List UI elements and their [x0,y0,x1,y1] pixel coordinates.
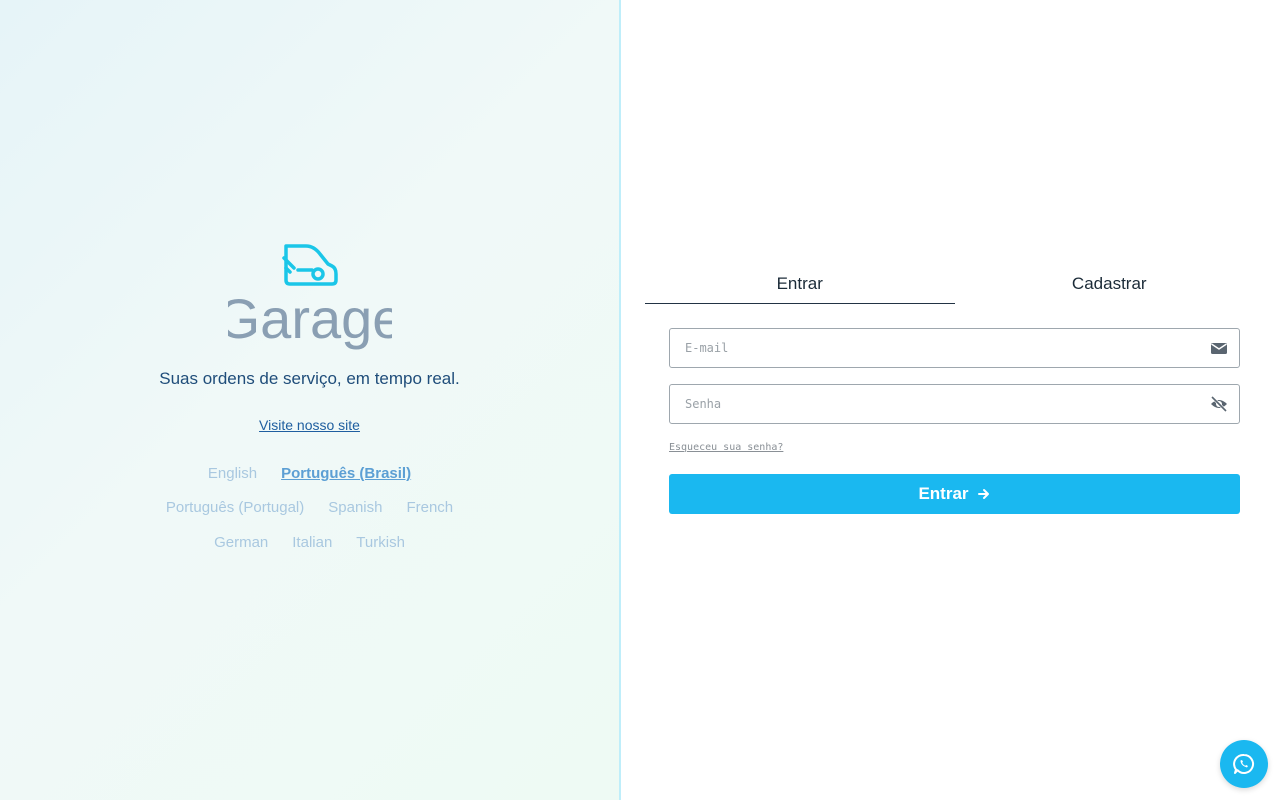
login-button[interactable]: Entrar [669,474,1240,514]
left-panel: Garage Suas ordens de serviço, em tempo … [0,0,619,800]
brand-name: Garage [228,287,392,350]
language-row-3: German Italian Turkish [0,534,619,551]
forgot-password-link[interactable]: Esqueceu sua senha? [669,442,783,453]
arrow-right-icon [977,489,989,499]
car-key-icon [282,244,338,286]
eye-slash-icon[interactable] [1209,394,1229,414]
auth-tabs: Entrar Cadastrar [645,265,1264,304]
language-row-1: English Português (Brasil) [0,465,619,482]
language-italian[interactable]: Italian [292,534,332,551]
whatsapp-icon [1233,753,1255,774]
tab-register[interactable]: Cadastrar [955,265,1265,304]
language-french[interactable]: French [406,499,453,516]
envelope-icon [1211,343,1227,354]
panel-divider [619,0,621,800]
login-button-label: Entrar [918,484,969,503]
language-german[interactable]: German [214,534,268,551]
password-field [669,384,1240,424]
language-portuguese-brazil[interactable]: Português (Brasil) [281,465,411,482]
whatsapp-chat-button[interactable] [1220,740,1268,788]
language-turkish[interactable]: Turkish [356,534,405,551]
email-input[interactable] [670,329,1190,367]
email-field [669,328,1240,368]
tagline: Suas ordens de serviço, em tempo real. [159,369,460,388]
password-input[interactable] [670,385,1190,423]
language-portuguese-portugal[interactable]: Português (Portugal) [166,499,304,516]
garage-logo: Garage [228,244,392,350]
language-english[interactable]: English [208,465,257,482]
language-row-2: Português (Portugal) Spanish French [0,499,619,516]
tab-login[interactable]: Entrar [645,265,955,304]
language-spanish[interactable]: Spanish [328,499,382,516]
visit-site-link[interactable]: Visite nosso site [0,417,619,433]
